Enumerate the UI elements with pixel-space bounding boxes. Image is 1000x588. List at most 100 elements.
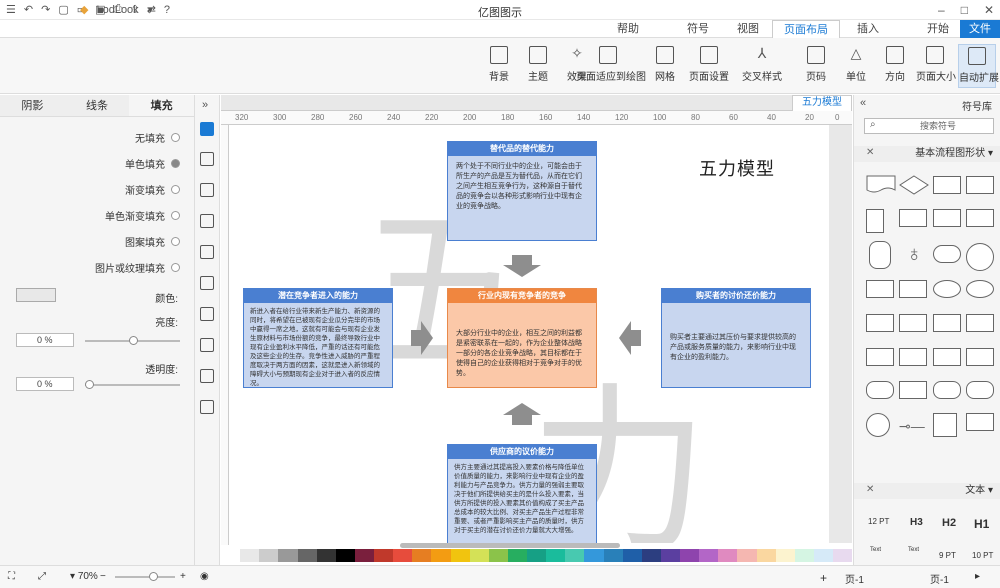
orientation-button[interactable]: 方向 <box>876 44 914 88</box>
share-icon[interactable]: ⇄ <box>147 3 156 16</box>
shape-hexagon[interactable] <box>933 348 961 366</box>
shade-slider[interactable] <box>85 336 180 345</box>
swatch[interactable] <box>431 549 451 562</box>
shape-circle[interactable] <box>966 243 994 271</box>
swatch[interactable] <box>565 549 585 562</box>
page-nav-icon[interactable]: ▸ <box>975 571 980 582</box>
swatch[interactable] <box>775 549 795 562</box>
text-sample-h3[interactable]: H3 <box>910 517 923 528</box>
text-sample-text[interactable]: Text <box>908 547 919 553</box>
swatch[interactable] <box>354 549 374 562</box>
tab-help[interactable]: 帮助 <box>606 20 650 38</box>
expand-icon[interactable] <box>200 400 214 414</box>
swatch[interactable] <box>718 549 738 562</box>
shape-oval[interactable] <box>966 280 994 298</box>
page-size-button[interactable]: 页面大小 <box>916 44 956 88</box>
arrow-up-icon[interactable] <box>503 403 541 425</box>
collapse-icon[interactable]: » <box>202 99 208 111</box>
grid-button[interactable]: 网格 <box>646 44 684 88</box>
background-button[interactable]: 背景 <box>480 44 518 88</box>
transparency-slider[interactable] <box>85 380 180 389</box>
search-icon[interactable]: ⌕ <box>870 119 876 130</box>
shape-rounded-process[interactable] <box>866 381 894 399</box>
tab-view[interactable]: 视图 <box>726 20 770 38</box>
section-text[interactable]: 文本 ▾ <box>854 483 1000 499</box>
fit-page-icon[interactable]: ⛶ <box>8 571 15 582</box>
close-section-icon[interactable]: ✕ <box>866 484 874 495</box>
page-tab[interactable]: 页-1 <box>930 571 949 586</box>
shape-person[interactable] <box>869 241 891 269</box>
section-basic-flowchart[interactable]: 基本流程图形状 ▾ <box>854 146 1000 162</box>
shape-rounded[interactable] <box>933 245 961 263</box>
zoom-out-icon[interactable]: − <box>100 571 106 582</box>
unit-button[interactable]: △ 单位 <box>837 44 875 88</box>
swatch[interactable] <box>641 549 661 562</box>
shade-input[interactable]: 0 % <box>16 333 74 347</box>
swatch[interactable] <box>813 549 833 562</box>
shape-manual-input[interactable] <box>866 280 894 298</box>
page-number-button[interactable]: 页码 <box>797 44 835 88</box>
swatch[interactable] <box>756 549 776 562</box>
fill-option-solid[interactable]: 单色填充 <box>125 156 180 171</box>
arrow-left-icon[interactable] <box>619 321 641 355</box>
tab-home[interactable]: 开始 <box>916 20 960 38</box>
shape-decision[interactable] <box>899 175 929 195</box>
slider-knob[interactable] <box>85 380 94 389</box>
swatch[interactable] <box>412 549 432 562</box>
shape-offpage[interactable] <box>933 413 957 437</box>
text-sample-12pt[interactable]: 12 PT <box>868 517 889 526</box>
text-sample-9pt[interactable]: 9 PT <box>939 551 956 560</box>
table-icon[interactable] <box>200 307 214 321</box>
tab-shadow[interactable]: 阴影 <box>0 95 65 116</box>
tab-fill[interactable]: 填充 <box>129 95 195 116</box>
fill-option-picture[interactable]: 图片或纹理填充 <box>95 260 180 275</box>
shape-stadium[interactable] <box>966 381 994 399</box>
shape-card[interactable] <box>899 280 927 298</box>
tab-insert[interactable]: 插入 <box>846 20 890 38</box>
swatch[interactable] <box>316 549 336 562</box>
shape-on-page-reference[interactable] <box>866 413 890 437</box>
text-sample-10pt[interactable]: 10 PT <box>972 551 993 560</box>
swatch[interactable] <box>527 549 547 562</box>
color-palette[interactable] <box>221 549 853 562</box>
chart-icon[interactable] <box>200 276 214 290</box>
shape-stored-data[interactable] <box>966 413 994 431</box>
drawing-canvas[interactable]: 五 力 五力模型 替代品的替代能力 两个处于不同行业中的企业，可能会由于所生产的… <box>229 125 829 543</box>
shape-paper-tape[interactable] <box>899 381 927 399</box>
grid-tool-icon[interactable] <box>200 152 214 166</box>
swatch[interactable] <box>699 549 719 562</box>
jump-style-button[interactable]: ⅄ 交叉样式 <box>739 44 785 88</box>
swatch[interactable] <box>680 549 700 562</box>
tab-symbols[interactable]: 符号 <box>676 20 720 38</box>
swatch[interactable] <box>469 549 489 562</box>
arrow-down-icon[interactable] <box>503 255 541 277</box>
swatch[interactable] <box>393 549 413 562</box>
arrow-right-icon[interactable] <box>411 321 433 355</box>
minimize-icon[interactable]: – <box>938 3 945 17</box>
fullscreen-icon[interactable]: ⤢ <box>38 571 46 582</box>
shape-trapezoid[interactable] <box>899 348 927 366</box>
shape-actor-icon[interactable]: ♁ <box>906 241 923 267</box>
fill-tool-icon[interactable] <box>200 122 214 136</box>
align-icon[interactable] <box>200 369 214 383</box>
fill-option-none[interactable]: 无填充 <box>135 130 180 145</box>
shape-document[interactable] <box>866 175 896 195</box>
swatch[interactable] <box>546 549 566 562</box>
zoom-slider[interactable] <box>115 572 175 581</box>
page-icon[interactable] <box>200 245 214 259</box>
swatch[interactable] <box>221 549 241 562</box>
image-tool-icon[interactable] <box>200 183 214 197</box>
shape-manual-operation[interactable] <box>966 348 994 366</box>
shape-terminator[interactable] <box>933 176 961 194</box>
shape-display[interactable] <box>966 314 994 332</box>
shape-predefined-process[interactable] <box>966 209 994 227</box>
shape-connector-icon[interactable]: ⊸— <box>899 418 925 435</box>
fit-width-icon[interactable]: ◉ <box>200 571 209 582</box>
theme-button[interactable]: 主题 <box>519 44 557 88</box>
add-page-icon[interactable]: + <box>820 571 827 585</box>
text-sample-h2[interactable]: H2 <box>942 517 956 529</box>
swatch[interactable] <box>240 549 260 562</box>
shape-cylinder[interactable] <box>933 280 961 298</box>
swatch[interactable] <box>660 549 680 562</box>
swatch[interactable] <box>507 549 527 562</box>
